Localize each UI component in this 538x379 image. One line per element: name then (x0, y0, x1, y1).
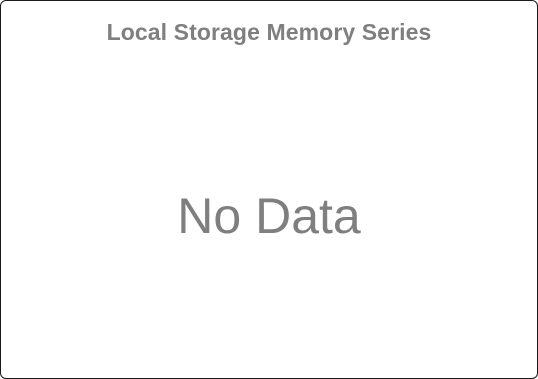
no-data-message: No Data (177, 188, 361, 244)
panel-title: Local Storage Memory Series (106, 19, 432, 45)
chart-panel: Local Storage Memory Series No Data (0, 0, 538, 379)
